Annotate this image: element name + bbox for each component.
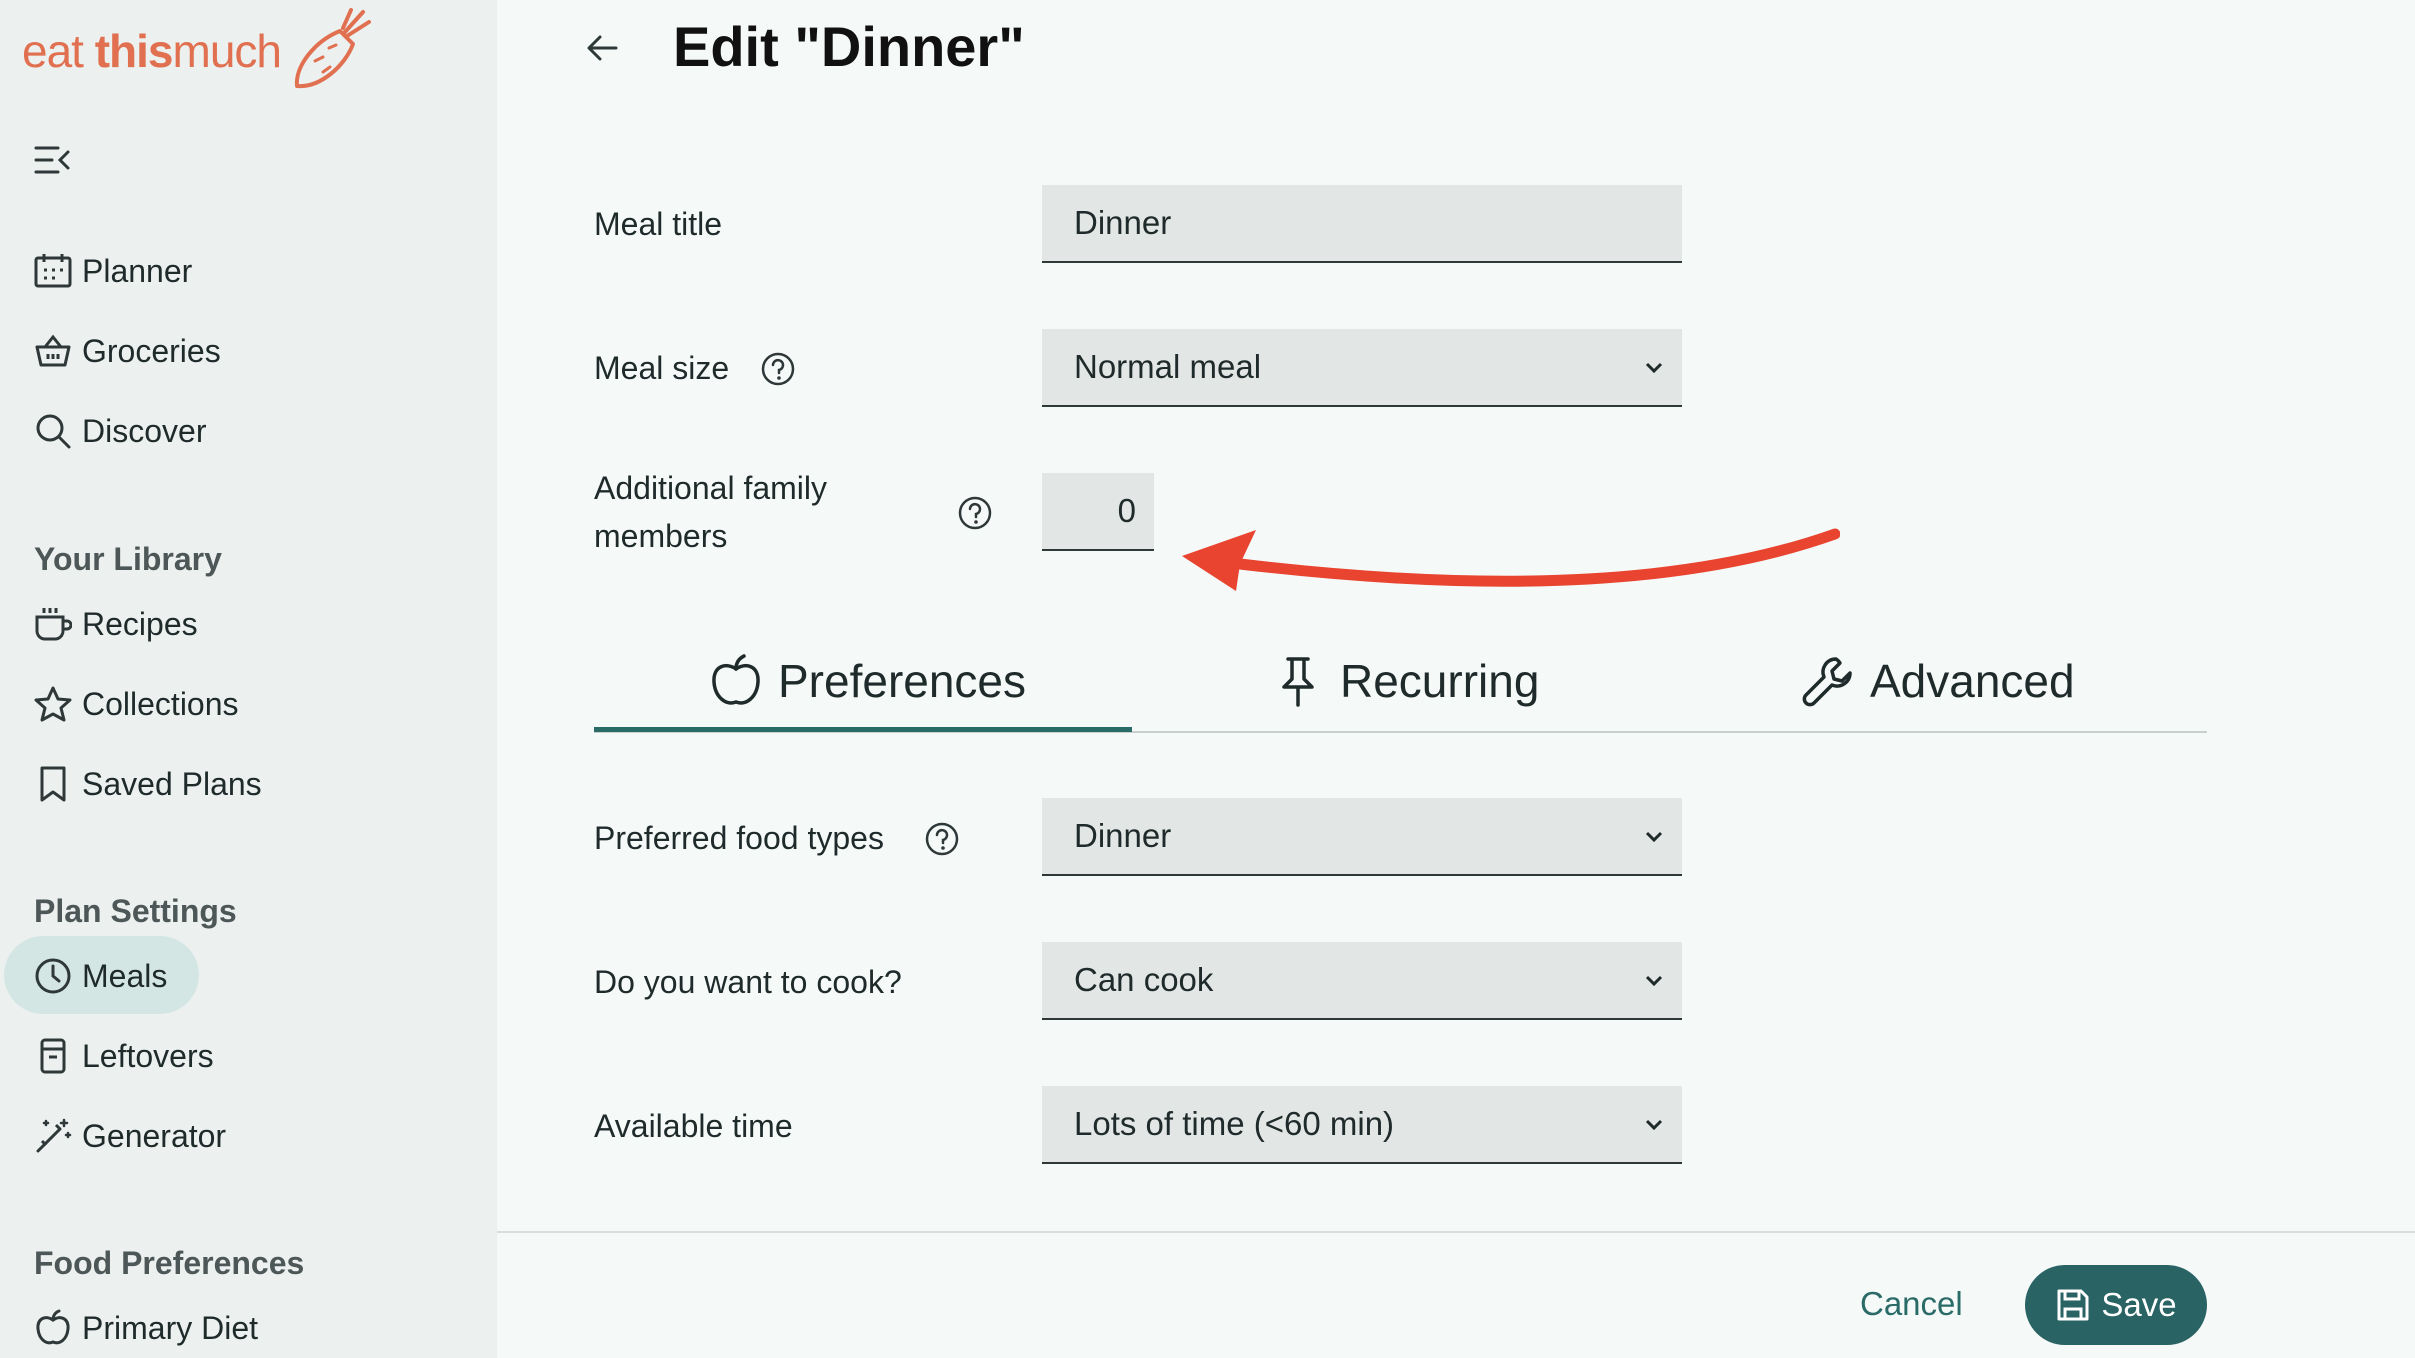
logo[interactable]: eat thismuch [22, 6, 375, 96]
bookmark-icon [40, 766, 66, 802]
annotation-arrow [1182, 528, 1840, 591]
apple-icon [36, 1309, 70, 1345]
tab-label: Preferences [778, 655, 1027, 707]
active-tab-indicator [594, 727, 1132, 732]
sidebar-item-recipes[interactable]: Recipes [34, 597, 198, 651]
tab-advanced[interactable]: Advanced [1800, 636, 2075, 726]
cook-value: Can cook [1074, 961, 1214, 998]
help-icon[interactable] [957, 495, 993, 531]
save-label: Save [2101, 1286, 2177, 1323]
apple-icon [712, 654, 760, 705]
sidebar: eat thismuch Planner Groceries Discover … [0, 0, 497, 1358]
container-icon [40, 1038, 66, 1074]
meal-size-value: Normal meal [1074, 348, 1262, 385]
meal-title-label: Meal title [594, 206, 723, 242]
sidebar-item-planner[interactable]: Planner [34, 244, 192, 298]
magic-wand-icon [36, 1118, 72, 1153]
chevron-down-icon [1645, 1119, 1663, 1131]
available-time-value: Lots of time (<60 min) [1074, 1105, 1395, 1142]
tab-label: Advanced [1870, 655, 2075, 707]
sidebar-item-label: Saved Plans [82, 765, 262, 802]
save-button[interactable]: Save [2025, 1265, 2207, 1345]
save-icon [2057, 1289, 2089, 1321]
star-icon [34, 686, 72, 722]
pin-icon [1282, 657, 1314, 707]
collapse-menu-icon[interactable] [34, 144, 72, 176]
cook-label: Do you want to cook? [594, 964, 902, 1000]
sidebar-item-label: Generator [82, 1117, 227, 1154]
available-time-label: Available time [594, 1108, 793, 1144]
logo-text-2: this [94, 25, 174, 77]
sidebar-item-label: Groceries [82, 332, 221, 369]
meal-size-label: Meal size [594, 350, 730, 386]
sidebar-item-primary-diet[interactable]: Primary Diet [34, 1301, 258, 1355]
sidebar-item-groceries[interactable]: Groceries [34, 324, 221, 378]
food-types-label: Preferred food types [594, 820, 884, 856]
sidebar-item-label: Collections [82, 685, 239, 722]
wrench-icon [1802, 657, 1852, 707]
cancel-button[interactable]: Cancel [1860, 1285, 1963, 1323]
chevron-down-icon [1645, 975, 1663, 987]
basket-icon [35, 334, 71, 367]
sidebar-item-meals[interactable]: Meals [34, 949, 167, 1003]
page-title: Edit "Dinner" [673, 15, 1025, 78]
sidebar-item-collections[interactable]: Collections [34, 677, 239, 731]
chevron-down-icon [1645, 831, 1663, 843]
sidebar-item-label: Leftovers [82, 1037, 214, 1074]
sidebar-item-leftovers[interactable]: Leftovers [34, 1029, 214, 1083]
cook-select[interactable]: Can cook [1042, 942, 1682, 1020]
sidebar-item-saved-plans[interactable]: Saved Plans [34, 757, 262, 811]
help-icon[interactable] [760, 351, 796, 387]
family-label-line-1: Additional family [594, 470, 827, 506]
available-time-select[interactable]: Lots of time (<60 min) [1042, 1086, 1682, 1164]
meal-size-select[interactable]: Normal meal [1042, 329, 1682, 407]
sidebar-item-label: Planner [82, 252, 193, 289]
carrot-icon [294, 8, 371, 89]
help-icon[interactable] [924, 821, 960, 857]
cup-icon [35, 608, 72, 641]
logo-text-3: much [172, 25, 282, 77]
logo-text-1: eat [22, 25, 95, 77]
sidebar-item-label: Primary Diet [82, 1309, 259, 1346]
clock-icon [35, 958, 71, 994]
section-heading-plan-settings: Plan Settings [34, 893, 237, 929]
calendar-icon [34, 254, 72, 288]
sidebar-item-label: Recipes [82, 605, 198, 642]
search-icon [36, 414, 71, 449]
sidebar-item-label: Discover [82, 412, 207, 449]
meal-title-value: Dinner [1074, 204, 1172, 241]
tab-recurring[interactable]: Recurring [1270, 636, 1539, 726]
footer-divider [497, 1231, 2415, 1233]
food-types-value: Dinner [1074, 817, 1172, 854]
food-types-select[interactable]: Dinner [1042, 798, 1682, 876]
sidebar-item-label: Meals [82, 957, 168, 994]
tab-preferences[interactable]: Preferences [708, 636, 1026, 726]
section-heading-food-preferences: Food Preferences [34, 1245, 305, 1281]
family-members-input[interactable]: 0 [1042, 473, 1154, 551]
family-members-value: 0 [1117, 492, 1136, 529]
back-arrow-icon[interactable] [582, 28, 622, 68]
chevron-down-icon [1645, 362, 1663, 374]
family-label-line-2: members [594, 518, 728, 554]
tab-label: Recurring [1340, 655, 1540, 707]
sidebar-item-generator[interactable]: Generator [34, 1109, 226, 1163]
meal-title-input[interactable]: Dinner [1042, 185, 1682, 263]
section-heading-library: Your Library [34, 541, 222, 577]
sidebar-item-discover[interactable]: Discover [34, 404, 206, 458]
